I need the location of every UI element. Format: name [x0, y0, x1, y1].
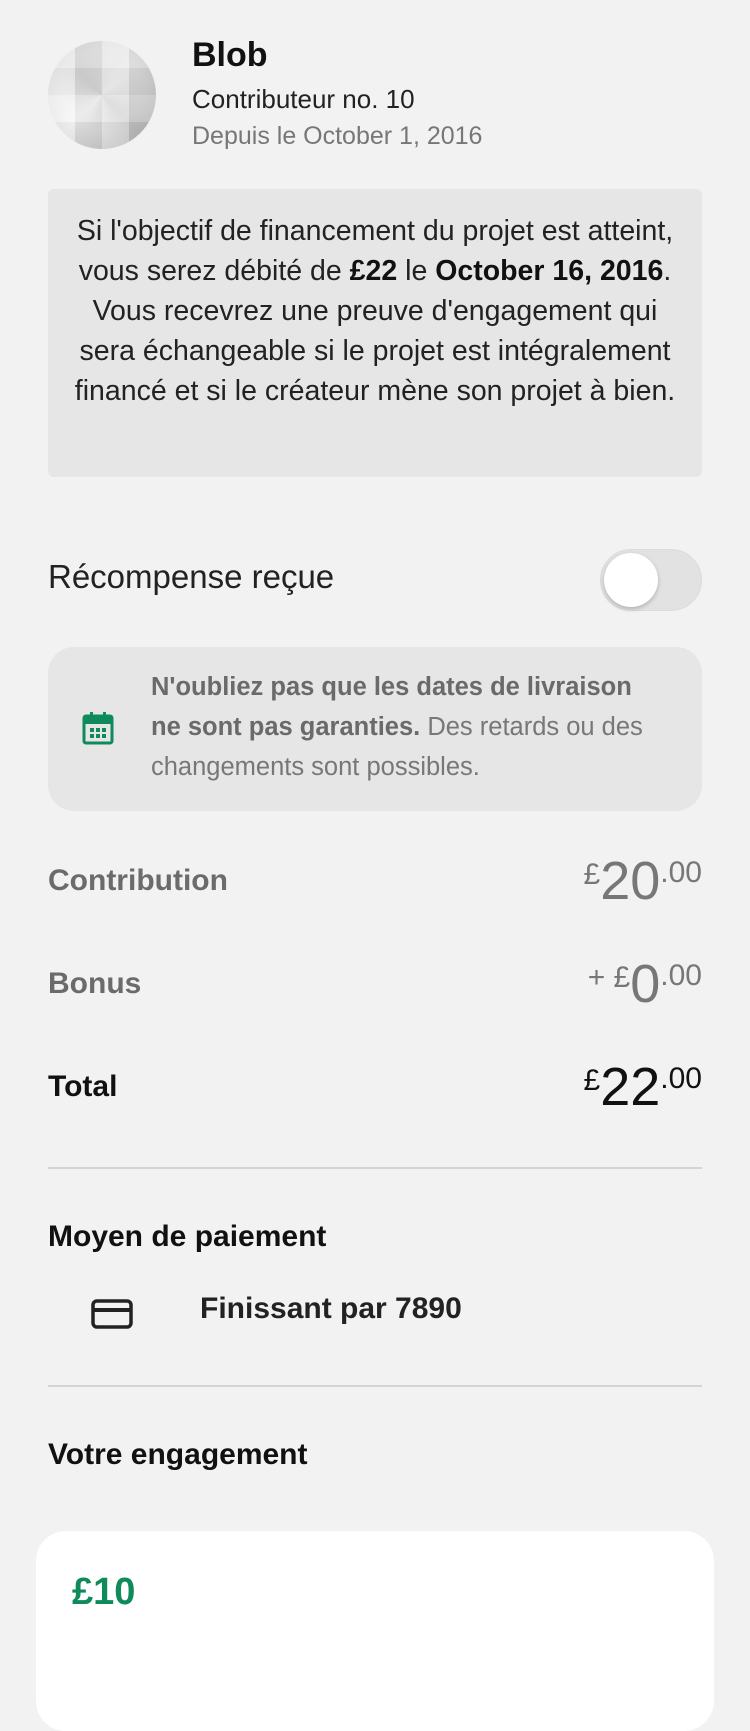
total-label: Total: [48, 1070, 118, 1103]
credit-card-icon: [91, 1299, 133, 1329]
amount-cents: .00: [660, 1062, 702, 1095]
notice-date: October 16, 2016: [435, 255, 664, 287]
backer-since: Depuis le October 1, 2016: [192, 122, 483, 150]
pledge-amount: £10: [72, 1571, 136, 1613]
avatar: [48, 41, 156, 149]
currency-symbol: £: [583, 1064, 601, 1097]
amount-whole: 0: [630, 954, 661, 1014]
payment-method-title: Moyen de paiement: [48, 1220, 327, 1253]
bonus-label: Bonus: [48, 967, 142, 1000]
divider: [48, 1167, 702, 1169]
bonus-prefix: +: [587, 961, 614, 994]
reward-received-toggle[interactable]: [600, 549, 702, 611]
payment-card-ending: Finissant par 7890: [200, 1292, 462, 1325]
pledge-card[interactable]: £10: [36, 1531, 714, 1731]
your-pledge-title: Votre engagement: [48, 1438, 308, 1471]
currency-symbol: £: [613, 961, 631, 994]
amount-cents: .00: [660, 856, 702, 889]
bonus-amount: + £0.00: [588, 957, 702, 1011]
toggle-knob: [604, 553, 658, 607]
reward-received-label: Récompense reçue: [48, 558, 335, 595]
amount-cents: .00: [660, 959, 702, 992]
calendar-icon: [82, 712, 114, 745]
total-amount: £22.00: [584, 1060, 702, 1114]
delivery-text: N'oubliez pas que les dates de livraison…: [151, 667, 661, 787]
charge-notice: Si l'objectif de financement du projet e…: [48, 189, 702, 477]
amount-whole: 22: [600, 1057, 661, 1117]
contribution-label: Contribution: [48, 864, 228, 897]
contributor-number: Contributeur no. 10: [192, 84, 415, 114]
amount-whole: 20: [600, 851, 661, 911]
notice-text-2: le: [397, 255, 436, 287]
contribution-amount: £20.00: [584, 854, 702, 908]
backer-name: Blob: [192, 36, 268, 74]
currency-symbol: £: [583, 858, 601, 891]
divider: [48, 1385, 702, 1387]
delivery-notice: N'oubliez pas que les dates de livraison…: [48, 647, 702, 811]
notice-amount: £22: [349, 255, 398, 287]
